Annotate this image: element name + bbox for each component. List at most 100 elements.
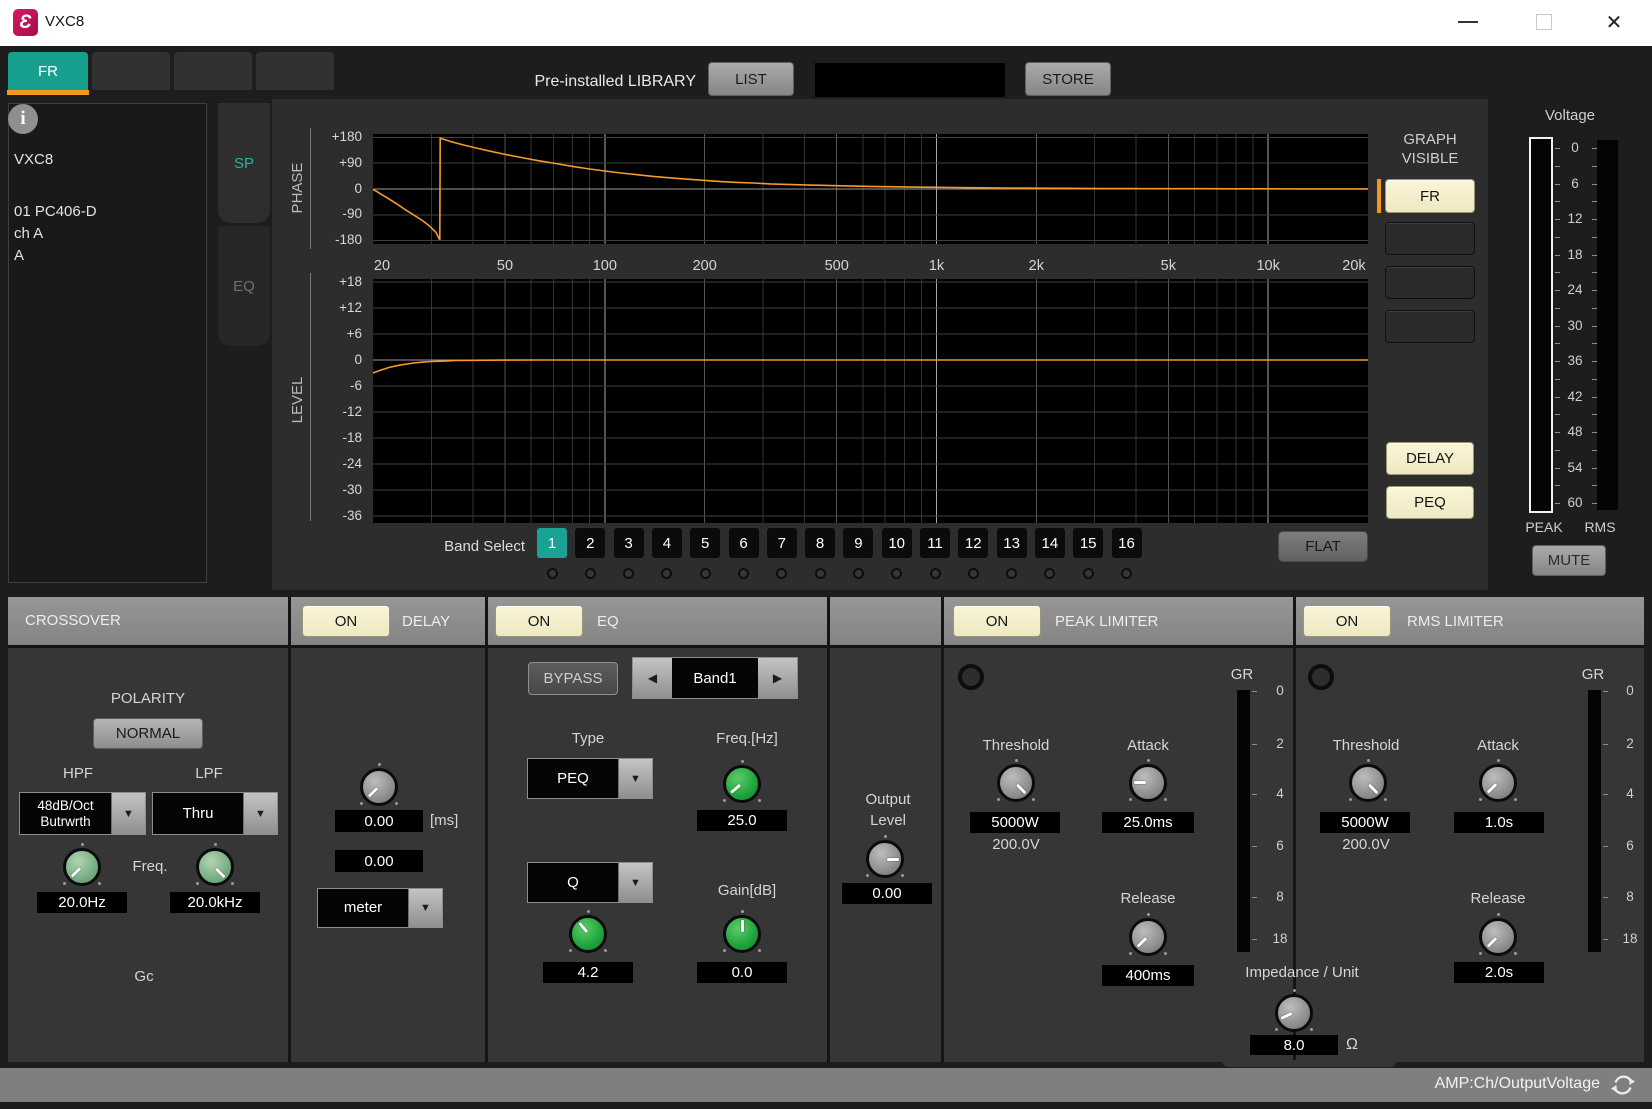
band-led[interactable] xyxy=(700,568,711,579)
band-led[interactable] xyxy=(547,568,558,579)
voltage-tick xyxy=(1555,343,1560,344)
lpf-freq-value[interactable]: 20.0kHz xyxy=(170,892,260,913)
dropdown-arrow-icon[interactable]: ▼ xyxy=(618,759,652,798)
delay-on-button[interactable]: ON xyxy=(302,605,390,637)
band-led[interactable] xyxy=(1121,568,1132,579)
peak-attack-knob[interactable] xyxy=(1129,764,1167,802)
band-select-button[interactable]: 2 xyxy=(575,528,605,558)
tab-fr[interactable]: FR xyxy=(8,52,88,90)
mute-button[interactable]: MUTE xyxy=(1532,545,1606,576)
delay-time-knob[interactable] xyxy=(360,768,398,806)
library-store-button[interactable]: STORE xyxy=(1025,62,1111,96)
polarity-button[interactable]: NORMAL xyxy=(93,718,203,749)
hpf-freq-knob[interactable] xyxy=(63,848,101,886)
maximize-button[interactable] xyxy=(1536,14,1552,30)
rms-release-knob[interactable] xyxy=(1479,918,1517,956)
graph-visible-delay-button[interactable]: DELAY xyxy=(1386,442,1474,475)
band-select-button[interactable]: 8 xyxy=(805,528,835,558)
hpf-freq-value[interactable]: 20.0Hz xyxy=(37,892,127,913)
band-select-button[interactable]: 14 xyxy=(1035,528,1065,558)
band-led[interactable] xyxy=(968,568,979,579)
band-next-icon[interactable]: ▶ xyxy=(758,658,797,698)
tab-empty-2[interactable] xyxy=(174,52,252,90)
tab-empty-1[interactable] xyxy=(92,52,170,90)
band-led[interactable] xyxy=(585,568,596,579)
delay-time-value[interactable]: 0.00 xyxy=(335,810,423,832)
close-button[interactable]: ✕ xyxy=(1600,9,1628,36)
rms-threshold-knob[interactable] xyxy=(1349,764,1387,802)
eq-type-select[interactable]: PEQ ▼ xyxy=(527,758,653,799)
eq-gain-knob[interactable] xyxy=(723,915,761,953)
side-tab-sp[interactable]: SP xyxy=(218,103,270,223)
graph-visible-empty-button[interactable] xyxy=(1385,266,1475,299)
band-select-button[interactable]: 10 xyxy=(882,528,912,558)
band-prev-icon[interactable]: ◀ xyxy=(633,658,672,698)
rms-attack-value[interactable]: 1.0s xyxy=(1454,812,1544,833)
peak-gr-meter xyxy=(1237,690,1250,952)
eq-q-knob[interactable] xyxy=(569,915,607,953)
graph-visible-empty-button[interactable] xyxy=(1385,310,1475,343)
eq-on-button[interactable]: ON xyxy=(495,605,583,637)
peak-threshold-knob[interactable] xyxy=(997,764,1035,802)
band-led[interactable] xyxy=(1083,568,1094,579)
rms-limiter-on-button[interactable]: ON xyxy=(1303,605,1391,637)
gr-scale-label: 18 xyxy=(1616,931,1644,946)
peak-release-value[interactable]: 400ms xyxy=(1102,965,1194,986)
delay-unit-select[interactable]: meter ▼ xyxy=(317,888,443,928)
dropdown-arrow-icon[interactable]: ▼ xyxy=(618,863,652,902)
tab-empty-3[interactable] xyxy=(256,52,334,90)
peak-release-knob[interactable] xyxy=(1129,918,1167,956)
band-select-button[interactable]: 12 xyxy=(958,528,988,558)
peak-limiter-on-button[interactable]: ON xyxy=(953,605,1041,637)
graph-visible-peq-button[interactable]: PEQ xyxy=(1386,486,1474,519)
minimize-button[interactable] xyxy=(1458,21,1478,23)
lpf-type-select[interactable]: Thru ▼ xyxy=(152,792,278,835)
band-select-button[interactable]: 9 xyxy=(843,528,873,558)
info-icon[interactable]: i xyxy=(8,104,38,134)
gr-tick xyxy=(1603,846,1608,847)
delay-distance-value[interactable]: 0.00 xyxy=(335,850,423,872)
band-select-button[interactable]: 15 xyxy=(1073,528,1103,558)
dropdown-arrow-icon[interactable]: ▼ xyxy=(111,793,145,834)
peak-threshold-value[interactable]: 5000W xyxy=(970,812,1060,833)
impedance-knob[interactable] xyxy=(1275,994,1313,1032)
band-select-button[interactable]: 1 xyxy=(537,528,567,558)
rms-release-value[interactable]: 2.0s xyxy=(1454,962,1544,983)
eq-freq-value[interactable]: 25.0 xyxy=(697,810,787,831)
band-led[interactable] xyxy=(815,568,826,579)
band-select-button[interactable]: 3 xyxy=(614,528,644,558)
eq-q-select[interactable]: Q ▼ xyxy=(527,862,653,903)
output-level-knob[interactable] xyxy=(866,840,904,878)
eq-gain-value[interactable]: 0.0 xyxy=(697,962,787,983)
library-name-field[interactable] xyxy=(815,63,1005,97)
band-select-button[interactable]: 4 xyxy=(652,528,682,558)
output-level-value[interactable]: 0.00 xyxy=(842,883,932,904)
graph-visible-fr-button[interactable]: FR xyxy=(1385,179,1475,213)
library-list-button[interactable]: LIST xyxy=(708,62,794,96)
band-led[interactable] xyxy=(853,568,864,579)
eq-bypass-button[interactable]: BYPASS xyxy=(528,662,618,695)
dropdown-arrow-icon[interactable]: ▼ xyxy=(408,889,442,927)
side-tab-eq[interactable]: EQ xyxy=(218,226,270,346)
band-select-button[interactable]: 6 xyxy=(729,528,759,558)
rms-attack-knob[interactable] xyxy=(1479,764,1517,802)
peak-attack-value[interactable]: 25.0ms xyxy=(1102,812,1194,833)
band-select-button[interactable]: 11 xyxy=(920,528,950,558)
rms-threshold-value[interactable]: 5000W xyxy=(1320,812,1410,833)
eq-freq-knob[interactable] xyxy=(723,765,761,803)
impedance-value[interactable]: 8.0 xyxy=(1250,1035,1338,1055)
band-select-button[interactable]: 7 xyxy=(767,528,797,558)
band-led[interactable] xyxy=(930,568,941,579)
hpf-type-select[interactable]: 48dB/OctButrwrth ▼ xyxy=(19,792,146,835)
band-select-button[interactable]: 13 xyxy=(997,528,1027,558)
refresh-icon[interactable] xyxy=(1610,1072,1636,1098)
graph-visible-empty-button[interactable] xyxy=(1385,222,1475,255)
band-select-button[interactable]: 16 xyxy=(1112,528,1142,558)
band-led[interactable] xyxy=(738,568,749,579)
flat-button[interactable]: FLAT xyxy=(1278,531,1368,562)
eq-q-value[interactable]: 4.2 xyxy=(543,962,633,983)
band-select-button[interactable]: 5 xyxy=(690,528,720,558)
dropdown-arrow-icon[interactable]: ▼ xyxy=(243,793,277,834)
lpf-freq-knob[interactable] xyxy=(196,848,234,886)
delay-time-unit: [ms] xyxy=(430,812,458,830)
